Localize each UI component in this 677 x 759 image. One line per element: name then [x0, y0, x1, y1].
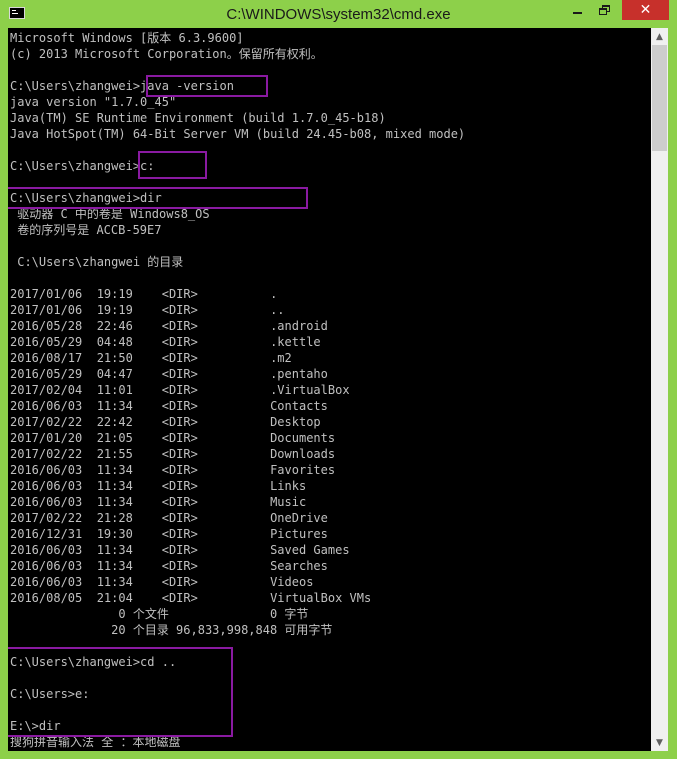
title-bar[interactable]: C:\WINDOWS\system32\cmd.exe ✕ — [0, 0, 677, 28]
console-line: 2016/06/03 11:34 <DIR> Saved Games — [10, 543, 350, 557]
window-frame-right[interactable] — [668, 28, 677, 759]
console-lines: Microsoft Windows [版本 6.3.9600] (c) 2013 … — [10, 30, 651, 750]
console-output[interactable]: Microsoft Windows [版本 6.3.9600] (c) 2013 … — [8, 28, 651, 751]
console-line: C:\Users\zhangwei 的目录 — [10, 255, 184, 269]
console-line: 2016/06/03 11:34 <DIR> Links — [10, 479, 307, 493]
console-line: 2017/02/22 22:42 <DIR> Desktop — [10, 415, 321, 429]
scroll-down-arrow-icon[interactable]: ▼ — [651, 734, 668, 751]
scroll-up-arrow-icon[interactable]: ▲ — [651, 28, 668, 45]
minimize-button[interactable] — [563, 0, 591, 20]
console-line: 2017/02/22 21:28 <DIR> OneDrive — [10, 511, 328, 525]
scrollbar-thumb[interactable] — [652, 45, 667, 151]
console-line: 2016/06/03 11:34 <DIR> Searches — [10, 559, 328, 573]
console-line: Java HotSpot(TM) 64-Bit Server VM (build… — [10, 127, 466, 141]
console-line: 2017/02/22 21:55 <DIR> Downloads — [10, 447, 336, 461]
console-line: 2017/02/04 11:01 <DIR> .VirtualBox — [10, 383, 350, 397]
console-line: java version "1.7.0_45" — [10, 95, 177, 109]
console-line: 2016/08/05 21:04 <DIR> VirtualBox VMs — [10, 591, 372, 605]
vertical-scrollbar[interactable]: ▲ ▼ — [651, 28, 668, 751]
close-icon: ✕ — [639, 2, 652, 18]
console-line: C:\Users\zhangwei>java -version — [10, 79, 234, 93]
minimize-icon — [572, 12, 582, 14]
console-line: 搜狗拼音输入法 全 ：本地磁盘 — [10, 735, 181, 749]
console-line: E:\>dir — [10, 719, 61, 733]
console-line: 2017/01/06 19:19 <DIR> .. — [10, 303, 285, 317]
console-line: C:\Users\zhangwei>c: — [10, 159, 155, 173]
console-line: 2016/06/03 11:34 <DIR> Contacts — [10, 399, 328, 413]
console-line: C:\Users\zhangwei>cd .. — [10, 655, 177, 669]
console-line: 2016/08/17 21:50 <DIR> .m2 — [10, 351, 292, 365]
console-line: 2016/05/28 22:46 <DIR> .android — [10, 319, 328, 333]
console-line: C:\Users\zhangwei>dir — [10, 191, 162, 205]
close-button[interactable]: ✕ — [622, 0, 669, 20]
console-line: Microsoft Windows [版本 6.3.9600] — [10, 31, 244, 45]
console-line: 2016/06/03 11:34 <DIR> Favorites — [10, 463, 336, 477]
console-line: C:\Users>e: — [10, 687, 90, 701]
console-line: 0 个文件 0 字节 — [10, 607, 309, 621]
window-frame-bottom[interactable] — [0, 751, 677, 759]
console-line: 2016/05/29 04:47 <DIR> .pentaho — [10, 367, 328, 381]
console-line: 2017/01/06 19:19 <DIR> . — [10, 287, 278, 301]
console-line: 2016/06/03 11:34 <DIR> Music — [10, 495, 307, 509]
console-line: 2017/01/20 21:05 <DIR> Documents — [10, 431, 336, 445]
restore-button[interactable] — [591, 0, 619, 20]
console-line: 2016/05/29 04:48 <DIR> .kettle — [10, 335, 321, 349]
console-line: 驱动器 C 中的卷是 Windows8_OS — [10, 207, 210, 221]
console-line: 卷的序列号是 ACCB-59E7 — [10, 223, 162, 237]
cmd-window: C:\WINDOWS\system32\cmd.exe ✕ Microsoft … — [0, 0, 677, 759]
console-line: (c) 2013 Microsoft Corporation。保留所有权利。 — [10, 47, 323, 61]
console-line: 20 个目录 96,833,998,848 可用字节 — [10, 623, 333, 637]
console-line: 2016/06/03 11:34 <DIR> Videos — [10, 575, 314, 589]
console-line: Java(TM) SE Runtime Environment (build 1… — [10, 111, 386, 125]
console-line: 2016/12/31 19:30 <DIR> Pictures — [10, 527, 328, 541]
restore-icon — [599, 5, 611, 15]
